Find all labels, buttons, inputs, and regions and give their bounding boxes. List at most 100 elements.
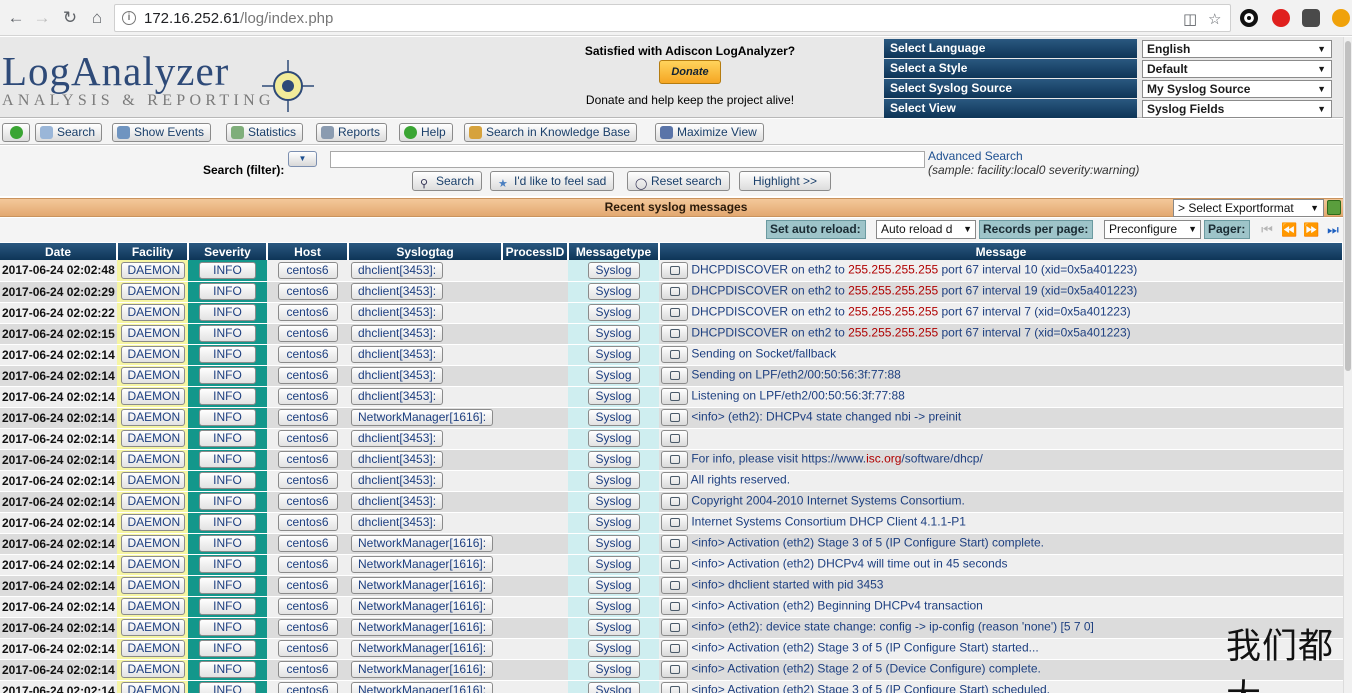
facility-button[interactable]: DAEMON (120, 283, 185, 300)
column-header-severity[interactable]: Severity (188, 243, 268, 260)
syslogtag-button[interactable]: NetworkManager[1616]: (351, 598, 494, 615)
export-format-select[interactable]: > Select Exportformat ▼ (1173, 199, 1324, 217)
messagetype-button[interactable]: Syslog (587, 261, 640, 279)
host-button[interactable]: centos6 (277, 661, 338, 678)
message-link[interactable]: Internet Systems Consortium DHCP Client … (691, 515, 966, 529)
message-details-button[interactable] (661, 346, 688, 363)
source-select[interactable]: My Syslog Source ▼ (1142, 80, 1332, 98)
host-button[interactable]: centos6 (277, 367, 338, 384)
host-button[interactable]: centos6 (277, 682, 338, 693)
knowledge-base-button[interactable]: Search in Knowledge Base (464, 123, 638, 142)
syslogtag-button[interactable]: NetworkManager[1616]: (351, 619, 494, 636)
syslogtag-button[interactable]: NetworkManager[1616]: (351, 577, 494, 594)
severity-button[interactable]: INFO (199, 514, 256, 531)
syslogtag-button[interactable]: dhclient[3453]: (351, 283, 444, 300)
previous-page-icon[interactable]: ⏪ (1281, 222, 1297, 237)
facility-button[interactable]: DAEMON (120, 577, 185, 594)
syslogtag-button[interactable]: dhclient[3453]: (351, 472, 444, 489)
message-details-button[interactable] (661, 430, 688, 447)
donate-button[interactable]: Donate (659, 60, 721, 84)
message-details-button[interactable] (661, 451, 688, 468)
message-link[interactable]: Listening on LPF/eth2/00:50:56:3f:77:88 (691, 389, 905, 403)
search-submit-button[interactable]: ⚲ Search (412, 171, 483, 191)
column-header-date[interactable]: Date (0, 243, 118, 260)
message-link[interactable]: DHCPDISCOVER on eth2 to 255.255.255.255 … (691, 262, 1137, 276)
auto-reload-select[interactable]: Auto reload d ▼ (876, 220, 976, 239)
message-details-button[interactable] (661, 514, 688, 531)
message-details-button[interactable] (661, 682, 688, 693)
language-select[interactable]: English ▼ (1142, 40, 1332, 58)
host-button[interactable]: centos6 (277, 283, 338, 300)
severity-button[interactable]: INFO (199, 640, 256, 657)
show-events-button[interactable]: Show Events (112, 123, 212, 142)
message-link[interactable]: Sending on Socket/fallback (691, 347, 836, 361)
severity-button[interactable]: INFO (199, 451, 256, 468)
messagetype-button[interactable]: Syslog (587, 514, 640, 531)
severity-button[interactable]: INFO (199, 261, 256, 279)
message-details-button[interactable] (661, 661, 688, 678)
syslogtag-button[interactable]: dhclient[3453]: (351, 430, 444, 447)
records-per-page-select[interactable]: Preconfigure ▼ (1104, 220, 1201, 239)
extension-evernote-icon[interactable] (1302, 9, 1320, 27)
severity-button[interactable]: INFO (199, 577, 256, 594)
messagetype-button[interactable]: Syslog (587, 556, 640, 573)
extension-opera-icon[interactable] (1272, 9, 1290, 27)
statistics-button[interactable]: Statistics (226, 123, 304, 142)
export-icon[interactable] (1327, 200, 1341, 215)
host-button[interactable]: centos6 (277, 472, 338, 489)
severity-button[interactable]: INFO (199, 619, 256, 636)
syslogtag-button[interactable]: NetworkManager[1616]: (351, 409, 494, 426)
message-details-button[interactable] (661, 535, 688, 552)
facility-button[interactable]: DAEMON (120, 346, 185, 363)
host-button[interactable]: centos6 (277, 598, 338, 615)
message-link[interactable]: DHCPDISCOVER on eth2 to 255.255.255.255 … (691, 326, 1130, 340)
syslogtag-button[interactable]: dhclient[3453]: (351, 514, 444, 531)
host-button[interactable]: centos6 (277, 535, 338, 552)
syslogtag-button[interactable]: NetworkManager[1616]: (351, 661, 494, 678)
message-details-button[interactable] (661, 304, 688, 321)
reports-button[interactable]: Reports (316, 123, 388, 142)
address-url[interactable]: 172.16.252.61/log/index.php (144, 10, 333, 27)
message-details-button[interactable] (661, 493, 688, 510)
message-link[interactable]: <info> Activation (eth2) Stage 3 of 5 (I… (691, 536, 1044, 550)
message-link[interactable]: <info> (eth2): device state change: conf… (691, 620, 1094, 634)
message-details-button[interactable] (661, 472, 688, 489)
syslogtag-button[interactable]: dhclient[3453]: (351, 346, 444, 363)
syslogtag-button[interactable]: dhclient[3453]: (351, 325, 444, 342)
messagetype-button[interactable]: Syslog (587, 682, 640, 693)
severity-button[interactable]: INFO (199, 304, 256, 321)
search-button[interactable]: Search (35, 123, 103, 142)
severity-button[interactable]: INFO (199, 367, 256, 384)
message-link[interactable]: All rights reserved. (691, 473, 790, 487)
bookmark-star-icon[interactable]: ☆ (1208, 10, 1221, 28)
view-select[interactable]: Syslog Fields ▼ (1142, 100, 1332, 118)
messagetype-button[interactable]: Syslog (587, 409, 640, 426)
syslogtag-button[interactable]: NetworkManager[1616]: (351, 556, 494, 573)
advanced-search-link[interactable]: Advanced Search (928, 149, 1023, 163)
facility-button[interactable]: DAEMON (120, 493, 185, 510)
host-button[interactable]: centos6 (277, 577, 338, 594)
severity-button[interactable]: INFO (199, 598, 256, 615)
search-filter-input[interactable] (330, 151, 925, 168)
severity-button[interactable]: INFO (199, 388, 256, 405)
messagetype-button[interactable]: Syslog (587, 619, 640, 636)
host-button[interactable]: centos6 (277, 304, 338, 321)
loganalyzer-logo[interactable]: LogAnalyzer ANALYSIS & REPORTING (0, 44, 320, 114)
facility-button[interactable]: DAEMON (120, 304, 185, 321)
host-button[interactable]: centos6 (277, 619, 338, 636)
severity-button[interactable]: INFO (199, 283, 256, 300)
facility-button[interactable]: DAEMON (120, 472, 185, 489)
extension-circle-icon[interactable] (1240, 9, 1258, 27)
messagetype-button[interactable]: Syslog (587, 430, 640, 447)
host-button[interactable]: centos6 (277, 325, 338, 342)
facility-button[interactable]: DAEMON (120, 451, 185, 468)
syslogtag-button[interactable]: dhclient[3453]: (351, 451, 444, 468)
message-details-button[interactable] (661, 577, 688, 594)
message-details-button[interactable] (661, 598, 688, 615)
messagetype-button[interactable]: Syslog (587, 451, 640, 468)
severity-button[interactable]: INFO (199, 661, 256, 678)
message-link[interactable]: <info> dhclient started with pid 3453 (691, 578, 883, 592)
facility-button[interactable]: DAEMON (120, 514, 185, 531)
facility-button[interactable]: DAEMON (120, 556, 185, 573)
page-scrollbar[interactable] (1343, 37, 1352, 693)
